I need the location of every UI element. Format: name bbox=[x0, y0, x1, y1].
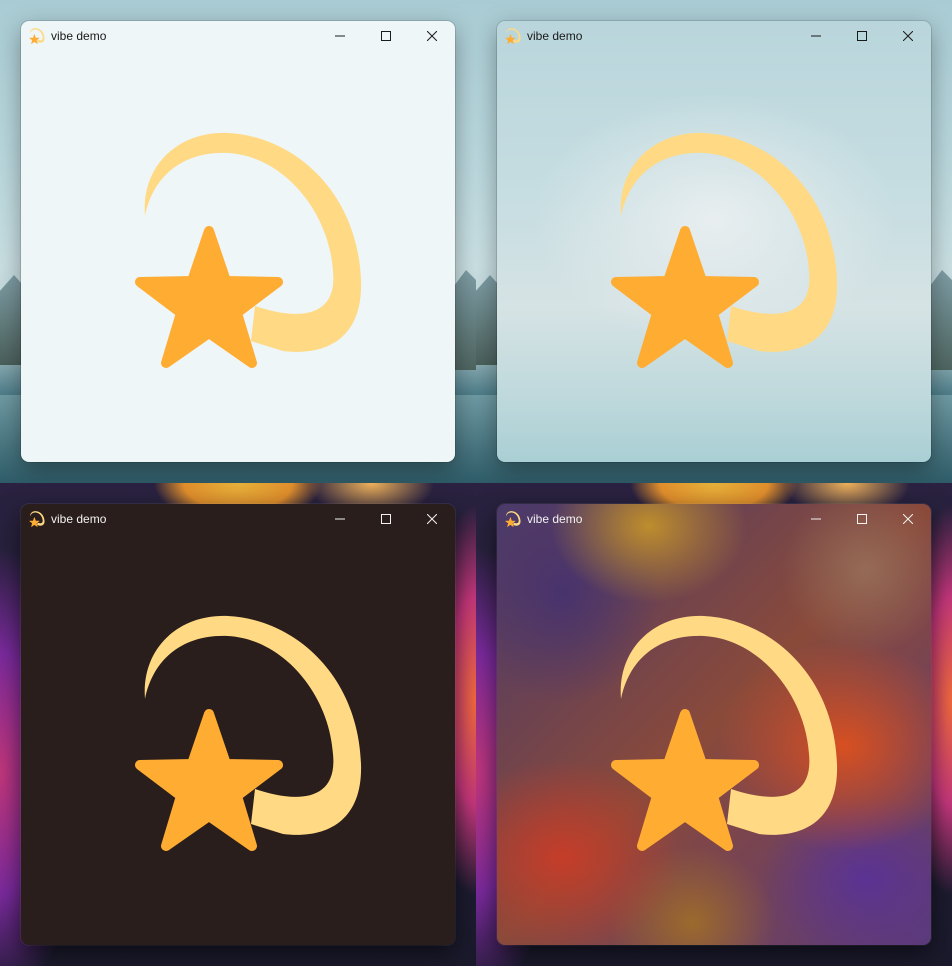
close-icon bbox=[427, 31, 437, 41]
maximize-icon bbox=[381, 514, 391, 524]
app-window[interactable]: vibe demo bbox=[497, 21, 931, 462]
window-title: vibe demo bbox=[51, 512, 107, 526]
desktop-quadrant-dark-mica: vibe demo bbox=[0, 483, 476, 966]
desktop-quadrant-light-mica: vibe demo bbox=[0, 0, 476, 483]
shooting-star-icon bbox=[133, 131, 363, 371]
close-icon bbox=[903, 514, 913, 524]
maximize-button[interactable] bbox=[363, 21, 409, 51]
app-window[interactable]: vibe demo bbox=[21, 504, 455, 945]
maximize-icon bbox=[857, 31, 867, 41]
minimize-icon bbox=[811, 35, 821, 37]
shooting-star-icon bbox=[609, 131, 839, 371]
window-title: vibe demo bbox=[527, 512, 583, 526]
minimize-button[interactable] bbox=[317, 504, 363, 534]
app-window[interactable]: vibe demo bbox=[21, 21, 455, 462]
shooting-star-icon bbox=[29, 511, 45, 527]
desktop-quadrant-light-acrylic: vibe demo bbox=[476, 0, 952, 483]
minimize-icon bbox=[335, 518, 345, 520]
close-icon bbox=[903, 31, 913, 41]
title-bar[interactable]: vibe demo bbox=[21, 504, 455, 534]
title-bar[interactable]: vibe demo bbox=[21, 21, 455, 51]
minimize-icon bbox=[335, 35, 345, 37]
close-button[interactable] bbox=[409, 21, 455, 51]
maximize-button[interactable] bbox=[363, 504, 409, 534]
shooting-star-icon bbox=[505, 511, 521, 527]
window-title: vibe demo bbox=[527, 29, 583, 43]
window-title: vibe demo bbox=[51, 29, 107, 43]
desktop-quadrant-dark-acrylic: vibe demo bbox=[476, 483, 952, 966]
minimize-icon bbox=[811, 518, 821, 520]
shooting-star-icon bbox=[29, 28, 45, 44]
shooting-star-icon bbox=[505, 28, 521, 44]
close-button[interactable] bbox=[885, 504, 931, 534]
minimize-button[interactable] bbox=[793, 504, 839, 534]
maximize-icon bbox=[381, 31, 391, 41]
shooting-star-icon bbox=[133, 614, 363, 854]
title-bar[interactable]: vibe demo bbox=[497, 504, 931, 534]
minimize-button[interactable] bbox=[317, 21, 363, 51]
minimize-button[interactable] bbox=[793, 21, 839, 51]
app-window[interactable]: vibe demo bbox=[497, 504, 931, 945]
shooting-star-icon bbox=[609, 614, 839, 854]
title-bar[interactable]: vibe demo bbox=[497, 21, 931, 51]
close-icon bbox=[427, 514, 437, 524]
close-button[interactable] bbox=[409, 504, 455, 534]
maximize-button[interactable] bbox=[839, 504, 885, 534]
close-button[interactable] bbox=[885, 21, 931, 51]
maximize-button[interactable] bbox=[839, 21, 885, 51]
maximize-icon bbox=[857, 514, 867, 524]
